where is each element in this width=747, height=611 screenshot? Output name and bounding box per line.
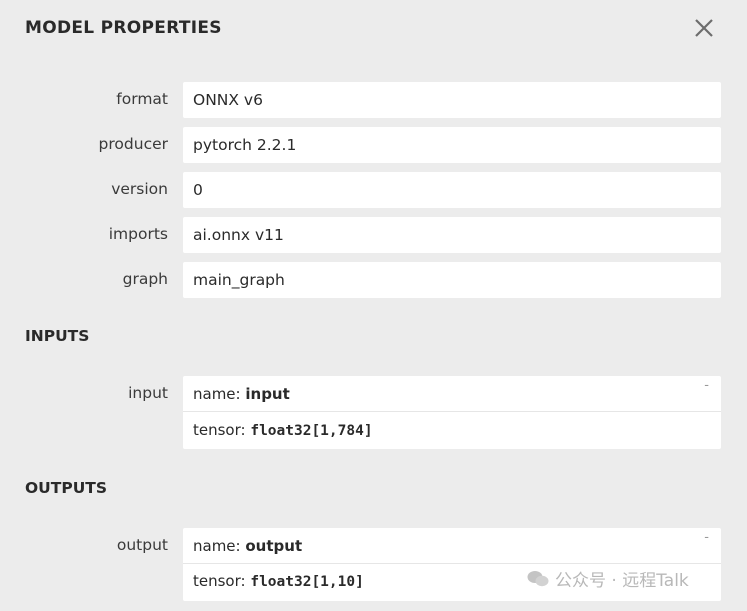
wechat-icon: [527, 570, 549, 586]
name-prefix: name:: [193, 537, 246, 555]
name-prefix: name:: [193, 385, 246, 403]
version-label: version: [111, 180, 168, 198]
output-name: output: [245, 537, 303, 555]
output-name-line: name: output: [193, 537, 302, 555]
input-tensor-line: tensor: float32[1,784]: [193, 421, 373, 439]
input-label: input: [128, 384, 168, 402]
graph-label: graph: [122, 270, 168, 288]
graph-value[interactable]: main_graph: [183, 262, 721, 298]
close-icon[interactable]: [691, 15, 717, 41]
input-detail-box[interactable]: - name: input tensor: float32[1,784]: [183, 376, 721, 449]
producer-label: producer: [98, 135, 168, 153]
collapse-toggle-icon[interactable]: -: [704, 378, 709, 393]
producer-value[interactable]: pytorch 2.2.1: [183, 127, 721, 163]
inputs-heading: INPUTS: [25, 327, 90, 345]
divider: [183, 563, 721, 564]
output-label: output: [116, 536, 168, 554]
imports-label: imports: [108, 225, 168, 243]
version-value[interactable]: 0: [183, 172, 721, 208]
tensor-prefix: tensor:: [193, 572, 251, 590]
output-tensor-line: tensor: float32[1,10]: [193, 572, 364, 590]
output-tensor-type: float32[1,10]: [250, 574, 364, 590]
watermark-text: 公众号 · 远程Talk: [555, 571, 689, 591]
input-tensor-type: float32[1,784]: [250, 423, 373, 439]
watermark: 公众号 · 远程Talk: [527, 566, 689, 591]
divider: [183, 411, 721, 412]
format-label: format: [116, 90, 168, 108]
input-name: input: [245, 385, 290, 403]
outputs-heading: OUTPUTS: [25, 479, 108, 497]
tensor-prefix: tensor:: [193, 421, 251, 439]
input-name-line: name: input: [193, 385, 290, 403]
collapse-toggle-icon[interactable]: -: [704, 530, 709, 545]
format-value[interactable]: ONNX v6: [183, 82, 721, 118]
imports-value[interactable]: ai.onnx v11: [183, 217, 721, 253]
dialog-title: MODEL PROPERTIES: [25, 18, 222, 38]
